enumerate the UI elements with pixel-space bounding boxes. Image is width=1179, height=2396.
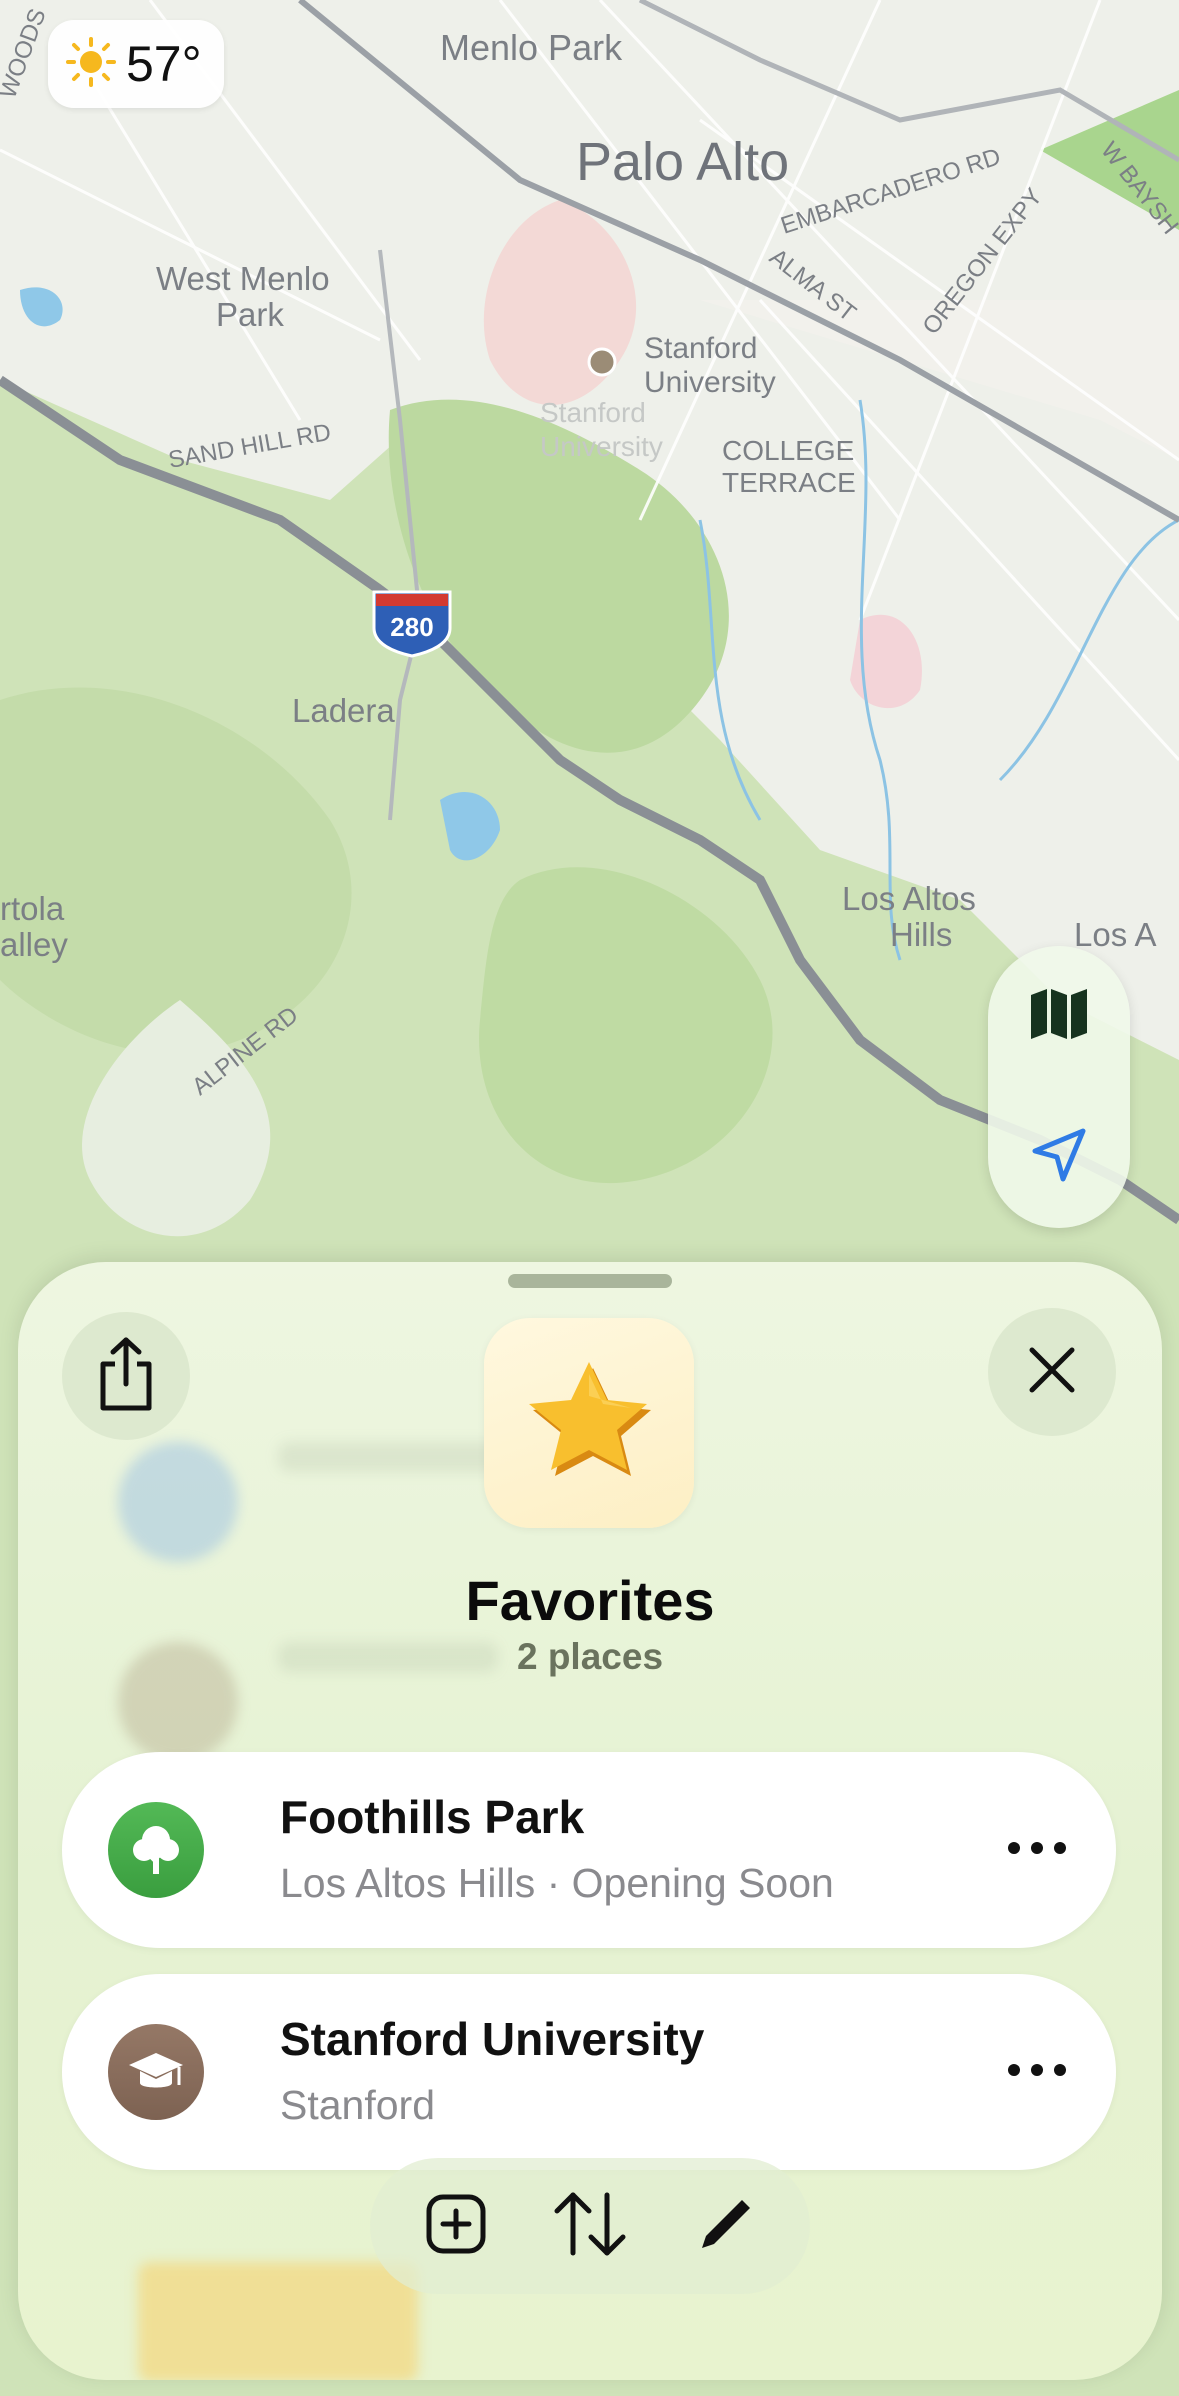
close-button[interactable] bbox=[988, 1308, 1116, 1436]
pencil-icon bbox=[696, 2194, 756, 2259]
sort-arrows-icon bbox=[551, 2189, 629, 2264]
place-name: Stanford University bbox=[280, 2013, 705, 2065]
label-los-altos-hills-2: Hills bbox=[890, 916, 952, 953]
share-icon bbox=[95, 1336, 157, 1417]
collection-title: Favorites bbox=[465, 1569, 715, 1632]
ellipsis-icon bbox=[1007, 2063, 1067, 2082]
place-name: Foothills Park bbox=[280, 1791, 585, 1843]
edit-button[interactable] bbox=[676, 2176, 776, 2276]
map-controls bbox=[988, 946, 1130, 1228]
collection-subtitle: 2 places bbox=[516, 1636, 664, 1677]
label-palo-alto: Palo Alto bbox=[576, 132, 789, 192]
place-card-foothills-park[interactable]: Foothills Park Los Altos Hills · Opening… bbox=[62, 1752, 1116, 1948]
interstate-280-shield: 280 bbox=[372, 590, 452, 658]
label-west-menlo-park-2: Park bbox=[216, 296, 284, 333]
label-stanford-university-2: University bbox=[644, 366, 776, 399]
sort-button[interactable] bbox=[540, 2176, 640, 2276]
place-detail: Los Altos Hills · Opening Soon bbox=[280, 1860, 834, 1906]
collection-toolbar bbox=[370, 2158, 810, 2294]
university-pin[interactable] bbox=[587, 347, 617, 377]
weather-chip[interactable]: 57° bbox=[48, 20, 224, 108]
add-square-icon bbox=[425, 2193, 487, 2260]
favorites-sheet: Favorites 2 places Foothills Park Los Al… bbox=[18, 1262, 1162, 2380]
more-options-button[interactable] bbox=[1002, 2044, 1072, 2100]
more-options-button[interactable] bbox=[1002, 1822, 1072, 1878]
sheet-grabber[interactable] bbox=[508, 1274, 672, 1288]
favorites-collection-tile bbox=[484, 1318, 694, 1528]
label-stanford-ghost-1: Stanford bbox=[540, 397, 646, 428]
temperature-label: 57° bbox=[126, 36, 202, 92]
close-icon bbox=[1028, 1346, 1076, 1399]
location-arrow-icon bbox=[1031, 1127, 1087, 1188]
label-los-altos-hills-1: Los Altos bbox=[842, 880, 976, 917]
label-menlo-park: Menlo Park bbox=[440, 27, 623, 68]
ellipsis-icon bbox=[1007, 1841, 1067, 1860]
map-icon bbox=[1029, 987, 1089, 1046]
tree-icon bbox=[108, 1802, 204, 1898]
label-college-terrace-2: TERRACE bbox=[722, 467, 856, 498]
add-place-button[interactable] bbox=[406, 2176, 506, 2276]
svg-text:280: 280 bbox=[390, 612, 433, 642]
sun-icon bbox=[64, 35, 118, 94]
graduation-cap-icon bbox=[108, 2024, 204, 2120]
share-button[interactable] bbox=[62, 1312, 190, 1440]
label-college-terrace-1: COLLEGE bbox=[722, 435, 854, 466]
label-west-menlo-park-1: West Menlo bbox=[156, 260, 330, 297]
label-stanford-university-1: Stanford bbox=[644, 332, 757, 365]
star-icon bbox=[519, 1356, 659, 1491]
label-portola-valley-2: alley bbox=[0, 926, 68, 963]
place-card-stanford-university[interactable]: Stanford University Stanford bbox=[62, 1974, 1116, 2170]
place-detail: Stanford bbox=[280, 2082, 435, 2128]
label-ladera: Ladera bbox=[292, 692, 395, 729]
map-mode-button[interactable] bbox=[988, 946, 1130, 1087]
label-portola-valley-1: rtola bbox=[0, 890, 65, 927]
current-location-button[interactable] bbox=[988, 1087, 1130, 1228]
label-stanford-ghost-2: University bbox=[540, 431, 663, 462]
